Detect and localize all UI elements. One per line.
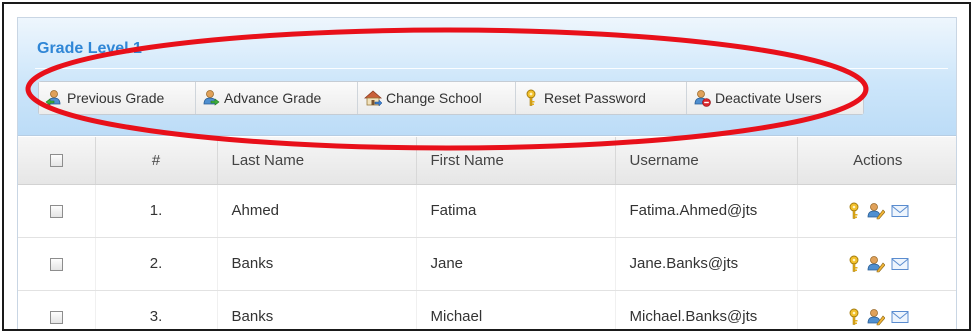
table-row: 1. Ahmed Fatima Fatima.Ahmed@jts [18,184,956,238]
reset-password-button[interactable]: Reset Password [516,82,687,114]
last-name-cell: Banks [217,237,417,291]
row-select-cell [18,237,96,291]
screenshot-frame: Grade Level 1 Previous Grade Advance Gra… [2,2,971,331]
grade-level-panel: Grade Level 1 Previous Grade Advance Gra… [17,17,957,329]
row-number: 2. [95,237,218,291]
advance-grade-label: Advance Grade [224,90,322,106]
key-icon[interactable] [847,202,861,220]
advance-grade-button[interactable]: Advance Grade [196,82,358,114]
table-row: 3. Banks Michael Michael.Banks@jts [18,290,956,329]
column-header-actions: Actions [797,137,956,185]
action-toolbar: Previous Grade Advance Grade Change Scho… [38,81,864,115]
previous-grade-label: Previous Grade [67,90,165,106]
user-remove-icon [693,89,711,107]
table-row: 2. Banks Jane Jane.Banks@jts [18,237,956,291]
users-table: # Last Name First Name Username Actions … [18,137,956,329]
user-arrow-right-icon [202,89,220,107]
select-all-cell [18,137,96,185]
column-header-username[interactable]: Username [615,137,798,185]
user-edit-icon[interactable] [867,202,885,220]
row-select-cell [18,290,96,329]
panel-title: Grade Level 1 [37,40,142,57]
column-header-number[interactable]: # [95,137,218,185]
user-edit-icon[interactable] [867,255,885,273]
change-school-label: Change School [386,90,482,106]
first-name-cell: Jane [416,237,616,291]
panel-header: Grade Level 1 Previous Grade Advance Gra… [18,18,956,136]
username-cell: Fatima.Ahmed@jts [615,184,798,238]
key-icon[interactable] [847,308,861,326]
mail-icon[interactable] [891,204,909,218]
first-name-cell: Fatima [416,184,616,238]
school-icon [363,89,383,107]
column-header-last-name[interactable]: Last Name [217,137,417,185]
reset-password-label: Reset Password [544,90,646,106]
select-all-checkbox[interactable] [49,154,63,168]
row-number: 1. [95,184,218,238]
key-icon [522,89,540,107]
previous-grade-button[interactable]: Previous Grade [39,82,196,114]
user-edit-icon[interactable] [867,308,885,326]
last-name-cell: Banks [217,290,417,329]
mail-icon[interactable] [891,257,909,271]
row-checkbox[interactable] [49,310,63,324]
deactivate-users-button[interactable]: Deactivate Users [687,82,863,114]
first-name-cell: Michael [416,290,616,329]
row-select-cell [18,184,96,238]
username-cell: Jane.Banks@jts [615,237,798,291]
row-number: 3. [95,290,218,329]
mail-icon[interactable] [891,310,909,324]
user-arrow-left-icon [45,89,63,107]
row-checkbox[interactable] [49,257,63,271]
row-actions [797,290,956,329]
row-actions [797,237,956,291]
row-checkbox[interactable] [49,204,63,218]
column-header-first-name[interactable]: First Name [416,137,616,185]
last-name-cell: Ahmed [217,184,417,238]
change-school-button[interactable]: Change School [358,82,516,114]
username-cell: Michael.Banks@jts [615,290,798,329]
table-header-row: # Last Name First Name Username Actions [18,137,956,185]
row-actions [797,184,956,238]
key-icon[interactable] [847,255,861,273]
deactivate-users-label: Deactivate Users [715,90,822,106]
title-divider [35,68,948,69]
